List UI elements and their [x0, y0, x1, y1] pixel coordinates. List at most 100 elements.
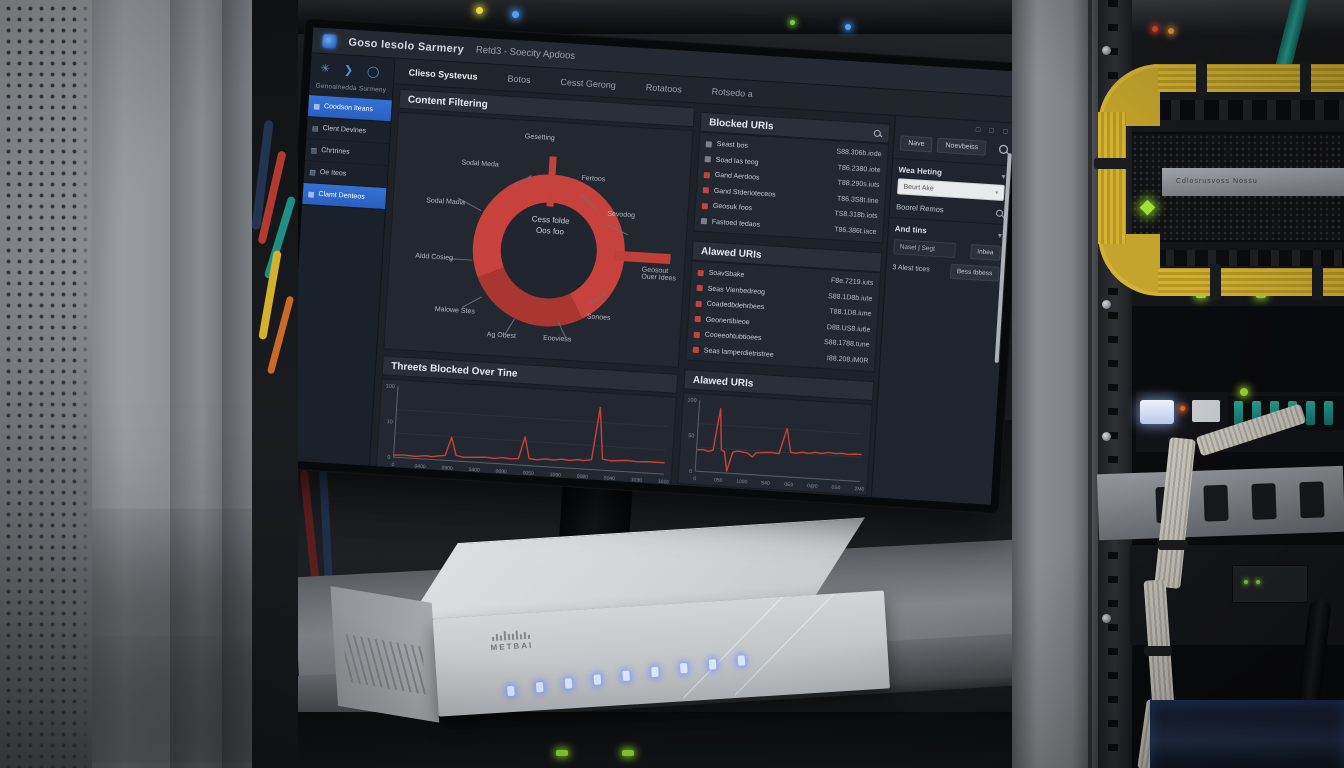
noevbeiss-button[interactable]: Noevbeiss — [937, 137, 987, 156]
svg-text:0: 0 — [387, 455, 390, 461]
appliance-seam — [734, 590, 841, 696]
sidebar-item-label: Clent Devines — [322, 125, 367, 135]
threats-chart-panel: 100 10 0 0 0400 0900 5400 0090 0050 1090 0080 5040 1… — [375, 378, 677, 489]
sidebar-items: ▦ Coodson Iteans ▤ Clent Devines ▥ Chrtrines ▧… — [302, 95, 392, 211]
svg-text:0: 0 — [689, 469, 692, 475]
url-name: Geosuk foos — [712, 202, 753, 213]
alert-count-label: 3 Alest tices — [892, 264, 930, 274]
donut-label-5: Aldd Cosieg — [415, 252, 454, 262]
donut-label-0: Gesetting — [524, 133, 556, 143]
svg-text:0080: 0080 — [577, 474, 589, 481]
rack-screw — [1102, 614, 1111, 623]
line-chart: 100 50 00 050 1000 S40 0E0 0@0 0S0 2M0 — [687, 397, 864, 493]
grid-icon[interactable]: ▢ — [988, 127, 995, 137]
nave-button[interactable]: Nave — [899, 135, 933, 153]
blocked-site-icon — [695, 300, 702, 307]
sidebar-item-icon: ▦ — [307, 190, 315, 199]
search-icon[interactable] — [995, 209, 1004, 217]
menu-icon[interactable]: ▢ — [1002, 128, 1008, 138]
search-icon[interactable] — [998, 144, 1009, 155]
sidebar-item-label: Clamt Denteos — [318, 190, 365, 201]
alert-row: 3 Alest tices Bess tbbess — [892, 260, 1000, 282]
svg-text:5040: 5040 — [604, 475, 616, 482]
url-value: T86.3S8t.tine — [836, 195, 879, 205]
svg-text:0@0: 0@0 — [807, 483, 818, 490]
cable-tie — [1196, 60, 1207, 96]
meraki-flake-icon[interactable]: ✳ — [320, 62, 330, 76]
url-value: T86.386t.iace — [834, 226, 877, 236]
alert-button[interactable]: Bess tbbess — [949, 263, 1000, 282]
advanced-section-label: And tins ▾ — [894, 224, 1002, 240]
tab-3[interactable]: Rotatoos — [646, 82, 683, 94]
appliance-left-face — [330, 586, 440, 723]
appliance-status-led — [622, 670, 630, 682]
url-value: S88.306b.iode — [836, 148, 882, 159]
svg-text:0050: 0050 — [522, 470, 534, 477]
search-icon[interactable] — [873, 129, 882, 137]
rule-input[interactable]: Nasel | Segt — [893, 239, 957, 259]
rule-button[interactable]: Inbea — [969, 243, 1001, 261]
rack-rail — [222, 0, 252, 768]
perforation-pattern — [0, 0, 92, 768]
allowed-urls-list: SoavSbake F8e.7219.iuts Seas Vienbedreog S8… — [685, 260, 882, 373]
blocked-site-icon — [692, 346, 699, 354]
blocked-site-icon — [703, 171, 711, 179]
tab-0[interactable]: Clieso Systevus — [408, 67, 478, 81]
appliance-status-led — [535, 682, 544, 693]
sidebar-item-4[interactable]: ▦ Clamt Denteos — [302, 182, 387, 211]
url-name: SoavSbake — [708, 269, 745, 280]
blocked-site-icon — [694, 316, 701, 323]
illuminated-display — [1140, 400, 1174, 424]
green-led — [790, 20, 795, 25]
url-value: T86.2380.iote — [837, 164, 881, 174]
donut-label-9: Sonoes — [586, 313, 611, 322]
blocked-site-icon — [701, 202, 709, 210]
blocked-urls-title: Blocked URls — [708, 116, 774, 132]
orange-led — [1168, 28, 1174, 34]
sidebar-item-label: Coodson Iteans — [323, 103, 374, 114]
svg-text:0: 0 — [391, 462, 394, 468]
cable-tie — [1312, 266, 1323, 300]
donut-leader-line — [462, 296, 482, 308]
yellow-cable-bundle-vertical — [1098, 112, 1126, 244]
sidebar-item-icon: ▧ — [308, 168, 317, 177]
window-icon[interactable]: ▢ — [975, 126, 981, 136]
appliance-status-led — [507, 685, 515, 697]
url-value: S88.1D8b.iute — [827, 292, 873, 303]
svg-text:0: 0 — [693, 476, 696, 482]
chevron-down-icon[interactable]: ▾ — [1002, 172, 1006, 180]
chevron-down-icon: ▾ — [995, 189, 999, 197]
appliance-status-led — [593, 674, 602, 685]
url-value: TS8.318b.iots — [834, 210, 878, 221]
svg-text:10: 10 — [386, 419, 392, 425]
site-icon — [704, 156, 711, 163]
sidebar-item-icon: ▥ — [310, 146, 318, 155]
line-chart: 1001000 0400 0900 5400 0090 0050 1090 0080 5040 1… — [386, 384, 670, 486]
main-content: Content Filtering Cess folde Oos foo Geo… — [369, 84, 1015, 505]
svg-text:0S0: 0S0 — [831, 485, 840, 492]
cable-gap — [252, 0, 298, 768]
rack-door-perforated-panel — [0, 0, 92, 768]
tab-4[interactable]: Rotsedo a — [711, 86, 753, 99]
yellow-led — [476, 7, 483, 14]
sidebar-item-icon: ▤ — [311, 124, 319, 133]
bracket-cutout — [1203, 484, 1229, 522]
appliance-status-led — [708, 659, 717, 670]
server-label-strip: Cdlosrusvoss Nossu — [1162, 168, 1344, 196]
chevron-down-icon[interactable]: ▾ — [998, 231, 1002, 239]
svg-text:2M0: 2M0 — [854, 486, 864, 493]
tab-1[interactable]: Botos — [507, 73, 531, 84]
device-button — [1192, 400, 1220, 422]
tab-2[interactable]: Cesst Gerong — [560, 76, 616, 89]
url-value: S88.1788.tune — [823, 339, 870, 350]
chevron-right-icon[interactable]: ❯ — [344, 63, 354, 77]
shelf-bracket-bar — [1096, 465, 1344, 541]
url-value: T88.1D8.iune — [829, 308, 872, 319]
url-name: Seas Vienbedreog — [707, 285, 766, 296]
dashboard-screen: Goso Iesolo Sarmery Retd3 - Soecity Apdo… — [286, 27, 1018, 505]
filter-select-input[interactable]: Beurt Ake ▾ — [896, 178, 1005, 201]
server-room-photo: METBAI Cdlosrusvoss Nossu Goso Iesolo Sa… — [0, 0, 1344, 768]
svg-text:050: 050 — [714, 477, 723, 484]
refresh-icon[interactable]: ◯ — [367, 65, 380, 79]
cisco-bars-logo — [491, 627, 531, 642]
